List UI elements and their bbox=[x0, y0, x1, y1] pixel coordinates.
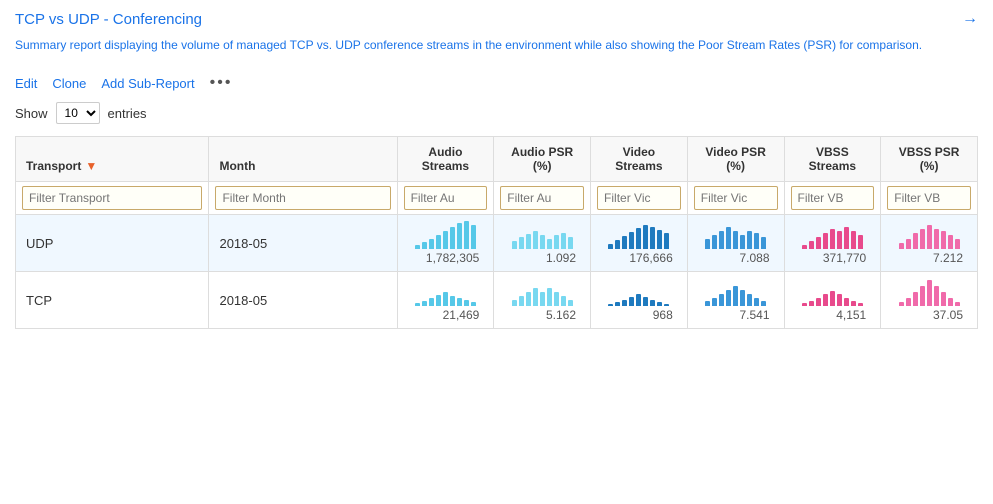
audio-cell: 1,782,305 bbox=[397, 215, 494, 272]
clone-link[interactable]: Clone bbox=[52, 76, 86, 91]
filter-row bbox=[16, 182, 978, 215]
audio-streams-filter-cell bbox=[397, 182, 494, 215]
edit-link[interactable]: Edit bbox=[15, 76, 37, 91]
sort-icon: ▼ bbox=[85, 159, 97, 173]
add-sub-report-link[interactable]: Add Sub-Report bbox=[101, 76, 194, 91]
video_psr-cell: 7.088 bbox=[687, 215, 784, 272]
video-streams-header: VideoStreams bbox=[591, 137, 688, 182]
video-psr-filter-cell bbox=[687, 182, 784, 215]
table-body: UDP2018-051,782,3051.092176,6667.088371,… bbox=[16, 215, 978, 329]
vbss-streams-filter-cell bbox=[784, 182, 881, 215]
month-cell: 2018-05 bbox=[209, 215, 397, 272]
vbss-streams-header: VBSSStreams bbox=[784, 137, 881, 182]
month-filter-input[interactable] bbox=[215, 186, 390, 210]
desc-tcp: TCP bbox=[290, 38, 314, 52]
desc-udp: UDP bbox=[335, 38, 360, 52]
toolbar: Edit Clone Add Sub-Report ••• bbox=[15, 74, 978, 92]
video-cell: 968 bbox=[591, 272, 688, 329]
transport-cell: TCP bbox=[16, 272, 209, 329]
desc-mid: vs. bbox=[313, 38, 335, 52]
desc-post: conference streams in the environment wh… bbox=[361, 38, 923, 52]
navigate-arrow-icon[interactable]: → bbox=[962, 10, 978, 28]
transport-filter-input[interactable] bbox=[22, 186, 202, 210]
audio-streams-filter-input[interactable] bbox=[404, 186, 488, 210]
video-psr-filter-input[interactable] bbox=[694, 186, 778, 210]
audio-streams-header: AudioStreams bbox=[397, 137, 494, 182]
header-row: Transport ▼ Month AudioStreams Audio PSR… bbox=[16, 137, 978, 182]
data-table: Transport ▼ Month AudioStreams Audio PSR… bbox=[15, 136, 978, 329]
description: Summary report displaying the volume of … bbox=[15, 36, 978, 54]
page-title: TCP vs UDP - Conferencing bbox=[15, 11, 202, 28]
transport-header[interactable]: Transport ▼ bbox=[16, 137, 209, 182]
entries-per-page-select[interactable]: 10 25 50 bbox=[56, 102, 100, 124]
vbss_psr-cell: 7.212 bbox=[881, 215, 978, 272]
vbss-psr-filter-input[interactable] bbox=[887, 186, 971, 210]
transport-cell: UDP bbox=[16, 215, 209, 272]
month-header[interactable]: Month bbox=[209, 137, 397, 182]
more-options-button[interactable]: ••• bbox=[210, 74, 233, 92]
vbss_psr-cell: 37.05 bbox=[881, 272, 978, 329]
table-row: TCP2018-0521,4695.1629687.5414,15137.05 bbox=[16, 272, 978, 329]
video-streams-filter-input[interactable] bbox=[597, 186, 681, 210]
video_psr-cell: 7.541 bbox=[687, 272, 784, 329]
audio-cell: 21,469 bbox=[397, 272, 494, 329]
show-label: Show bbox=[15, 106, 48, 121]
video-streams-filter-cell bbox=[591, 182, 688, 215]
month-cell: 2018-05 bbox=[209, 272, 397, 329]
table-row: UDP2018-051,782,3051.092176,6667.088371,… bbox=[16, 215, 978, 272]
vbss-streams-filter-input[interactable] bbox=[791, 186, 875, 210]
audio-psr-filter-input[interactable] bbox=[500, 186, 584, 210]
audio-psr-filter-cell bbox=[494, 182, 591, 215]
month-filter-cell bbox=[209, 182, 397, 215]
entries-label: entries bbox=[108, 106, 147, 121]
vbss-psr-header: VBSS PSR(%) bbox=[881, 137, 978, 182]
vbss-psr-filter-cell bbox=[881, 182, 978, 215]
audio_psr-cell: 1.092 bbox=[494, 215, 591, 272]
vbss-cell: 371,770 bbox=[784, 215, 881, 272]
audio-psr-header: Audio PSR(%) bbox=[494, 137, 591, 182]
title-row: TCP vs UDP - Conferencing → bbox=[15, 10, 978, 28]
video-cell: 176,666 bbox=[591, 215, 688, 272]
show-entries-row: Show 10 25 50 entries bbox=[15, 102, 978, 124]
transport-filter-cell bbox=[16, 182, 209, 215]
vbss-cell: 4,151 bbox=[784, 272, 881, 329]
desc-pre: Summary report displaying the volume of … bbox=[15, 38, 290, 52]
video-psr-header: Video PSR(%) bbox=[687, 137, 784, 182]
audio_psr-cell: 5.162 bbox=[494, 272, 591, 329]
